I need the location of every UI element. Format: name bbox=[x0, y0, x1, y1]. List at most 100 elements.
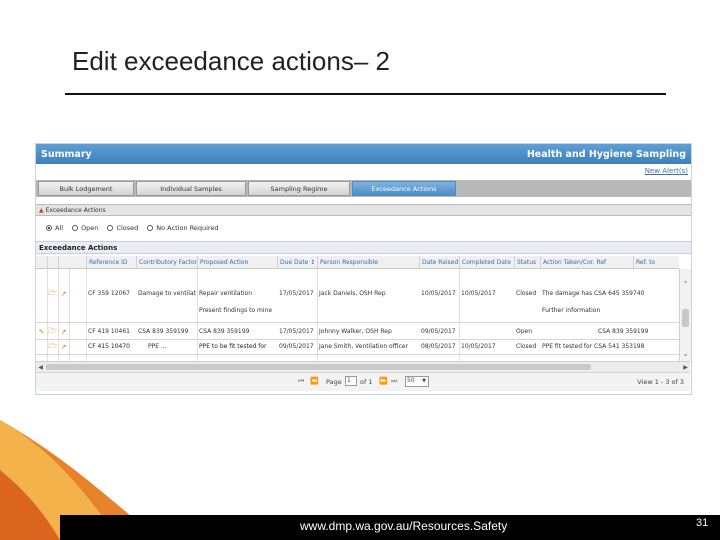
cell-contributory-factor: PPE ... bbox=[148, 343, 167, 350]
cell-proposed-action: Repair ventilation bbox=[199, 290, 253, 297]
folder-icon[interactable]: 🗁 bbox=[48, 289, 57, 298]
new-alert-link[interactable]: New Alert(s) bbox=[645, 167, 688, 175]
cell-status: Closed bbox=[516, 343, 537, 350]
header-proposed-action[interactable]: Proposed Action bbox=[197, 256, 277, 268]
cell-action-taken: PPE fit tested for CSA 541 353198 bbox=[542, 343, 645, 350]
cell-due-date: 17/05/2017 bbox=[279, 290, 314, 297]
app-topbar: Summary Health and Hygiene Sampling bbox=[36, 144, 691, 164]
cell-status: Open bbox=[516, 328, 533, 335]
table-row[interactable]: 🗁 ↗ CF 359 12067 Damage to ventilat Repa… bbox=[36, 269, 679, 323]
radio-no-action-required[interactable] bbox=[147, 225, 154, 231]
tab-bar: Bulk Lodgement Individual Samples Sampli… bbox=[36, 180, 691, 197]
radio-closed[interactable] bbox=[107, 225, 114, 231]
cell-person-responsible: Jane Smith, Ventilation officer bbox=[319, 343, 408, 350]
grid-caption: Exceedance Actions bbox=[36, 241, 691, 254]
title-divider bbox=[65, 93, 666, 95]
cell-date-raised: 09/05/2017 bbox=[421, 328, 456, 335]
cell-person-responsible: Jack Daniels, OSH Rep bbox=[319, 290, 386, 297]
section-title: Exceedance Actions bbox=[45, 206, 106, 214]
cell-due-date: 17/05/2017 bbox=[279, 328, 314, 335]
cell-contributory-factor: Damage to ventilat bbox=[138, 290, 196, 297]
tab-exceedance-actions[interactable]: Exceedance Actions bbox=[352, 181, 456, 196]
cell-action-taken: The damage has CSA 645 359740 bbox=[542, 290, 645, 297]
collapse-caret-icon[interactable]: ▲ bbox=[39, 207, 44, 214]
radio-open-label: Open bbox=[81, 224, 99, 232]
next-page-icon[interactable]: ⏩ bbox=[379, 377, 388, 385]
slide-number: 31 bbox=[696, 517, 709, 529]
radio-no-action-label: No Action Required bbox=[156, 224, 219, 232]
header-status[interactable]: Status bbox=[514, 256, 540, 268]
module-title: Health and Hygiene Sampling bbox=[526, 148, 686, 160]
vertical-scrollbar[interactable]: ⌃ ⌄ bbox=[679, 269, 691, 361]
page-label: Page bbox=[326, 378, 342, 386]
cell-status: Closed bbox=[516, 290, 537, 297]
table-row[interactable]: 🗁 ↗ CF 415 10470 PPE ... PPE to be fit t… bbox=[36, 341, 679, 355]
horizontal-scrollbar[interactable]: ◀ ▶ bbox=[36, 361, 690, 372]
open-record-icon[interactable]: ↗ bbox=[59, 290, 68, 298]
first-page-icon[interactable]: ⏮ bbox=[298, 377, 304, 386]
folder-icon[interactable]: 🗁 bbox=[48, 327, 57, 336]
tab-sampling-regime[interactable]: Sampling Regime bbox=[248, 181, 350, 196]
header-open-col bbox=[47, 256, 58, 268]
page-count: of 1 bbox=[360, 378, 373, 386]
status-filter: All Open Closed No Action Required bbox=[46, 224, 225, 232]
footer-url: www.dmp.wa.gov.au/Resources.Safety bbox=[300, 519, 508, 533]
prev-page-icon[interactable]: ⏪ bbox=[310, 377, 319, 385]
cell-date-raised: 10/05/2017 bbox=[421, 290, 456, 297]
header-contributory-factor[interactable]: Contributory Factor bbox=[136, 256, 197, 268]
view-record-count: View 1 - 3 of 3 bbox=[637, 378, 684, 386]
header-due-date[interactable]: Due Date ↕ bbox=[277, 256, 317, 268]
cell-reference-id: CF 419 10461 bbox=[88, 328, 130, 335]
header-action-taken[interactable]: Action Taken/Cor. Ref bbox=[540, 256, 633, 268]
header-link-col bbox=[58, 256, 69, 268]
open-record-icon[interactable]: ↗ bbox=[59, 343, 68, 351]
tab-individual-samples[interactable]: Individual Samples bbox=[136, 181, 246, 196]
header-edit-col bbox=[36, 256, 47, 268]
header-ref-to[interactable]: Ref. to bbox=[633, 256, 679, 268]
cell-reference-id: CF 415 10470 bbox=[88, 343, 130, 350]
radio-all-label: All bbox=[55, 224, 64, 232]
cell-proposed-action: CSA 839 359199 bbox=[199, 328, 250, 335]
cell-action-taken-2: Further information bbox=[542, 307, 601, 314]
rows-per-page-select[interactable]: 50 ▼ bbox=[405, 376, 429, 387]
summary-link[interactable]: Summary bbox=[41, 149, 92, 160]
cell-completed-date: 10/05/2017 bbox=[461, 343, 496, 350]
header-completed-date[interactable]: Completed Date bbox=[459, 256, 514, 268]
header-person-responsible[interactable]: Person Responsible bbox=[317, 256, 419, 268]
radio-closed-label: Closed bbox=[116, 224, 139, 232]
cell-contributory-factor: CSA 839 359199 bbox=[138, 328, 189, 335]
scroll-right-icon[interactable]: ▶ bbox=[681, 362, 690, 372]
grid-body: 🗁 ↗ CF 359 12067 Damage to ventilat Repa… bbox=[36, 269, 679, 361]
cell-reference-id: CF 359 12067 bbox=[88, 290, 130, 297]
cell-proposed-action-2: Present findings to mine bbox=[199, 307, 273, 314]
scroll-up-icon[interactable]: ⌃ bbox=[681, 279, 690, 288]
scroll-left-icon[interactable]: ◀ bbox=[36, 362, 45, 372]
table-row[interactable]: ✎ 🗁 ↗ CF 419 10461 CSA 839 359199 CSA 83… bbox=[36, 327, 679, 340]
last-page-icon[interactable]: ⏭ bbox=[391, 377, 397, 386]
grid-header: Reference ID Contributory Factor Propose… bbox=[36, 256, 679, 269]
scroll-down-icon[interactable]: ⌄ bbox=[681, 349, 690, 358]
slide-title: Edit exceedance actions– 2 bbox=[72, 46, 390, 76]
edit-pencil-icon[interactable]: ✎ bbox=[37, 328, 46, 336]
cell-date-raised: 08/05/2017 bbox=[421, 343, 456, 350]
cell-proposed-action: PPE to be fit tested for bbox=[199, 343, 267, 350]
radio-all[interactable] bbox=[46, 225, 52, 231]
header-date-raised[interactable]: Date Raised bbox=[419, 256, 459, 268]
header-reference-id[interactable]: Reference ID bbox=[86, 256, 136, 268]
rows-per-page-value: 50 bbox=[407, 377, 415, 384]
folder-icon[interactable]: 🗁 bbox=[48, 342, 57, 351]
chevron-down-icon: ▼ bbox=[422, 378, 426, 384]
cell-due-date: 09/05/2017 bbox=[279, 343, 314, 350]
open-record-icon[interactable]: ↗ bbox=[59, 328, 68, 336]
pager: ⏮ ⏪ Page 1 of 1 ⏩ ⏭ 50 ▼ View 1 - 3 of 3 bbox=[36, 372, 690, 391]
tab-bulk-lodgement[interactable]: Bulk Lodgement bbox=[38, 181, 134, 196]
app-window: Summary Health and Hygiene Sampling New … bbox=[35, 143, 692, 395]
scroll-thumb[interactable] bbox=[682, 309, 689, 327]
radio-open[interactable] bbox=[72, 225, 79, 231]
hscroll-thumb[interactable] bbox=[46, 364, 591, 370]
cell-person-responsible: Johnny Walker, OSH Rep bbox=[319, 328, 392, 335]
section-header[interactable]: ▲ Exceedance Actions bbox=[36, 204, 691, 216]
cell-action-taken: CSA 839 359199 bbox=[598, 328, 649, 335]
page-number-input[interactable]: 1 bbox=[345, 376, 357, 386]
cell-completed-date: 10/05/2017 bbox=[461, 290, 496, 297]
